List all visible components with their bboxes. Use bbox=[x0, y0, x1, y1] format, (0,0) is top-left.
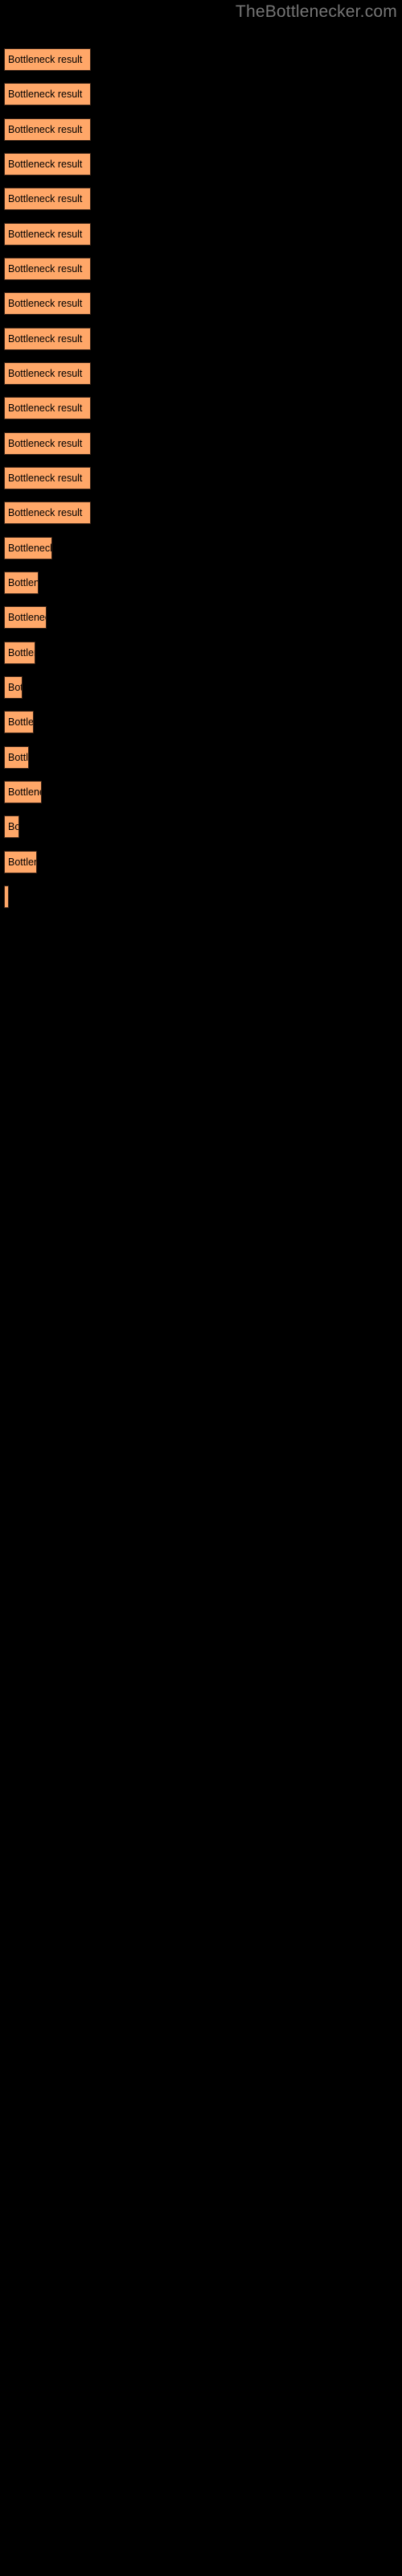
bar-label: Bottleneck result bbox=[8, 298, 83, 309]
bar-row: Bottleneck result bbox=[0, 642, 402, 664]
bottleneck-result-bar[interactable]: Bottleneck result bbox=[4, 153, 91, 175]
bar-row: Bottleneck result bbox=[0, 781, 402, 803]
bar-label: Bottleneck result bbox=[8, 752, 29, 763]
bottleneck-result-bar[interactable]: Bottleneck result bbox=[4, 362, 91, 385]
bar-label: Bottleneck result bbox=[8, 716, 34, 728]
bar-row: Bottleneck result bbox=[0, 432, 402, 455]
bar-label: Bottleneck result bbox=[8, 507, 83, 518]
bar-row: Bottleneck result bbox=[0, 223, 402, 246]
bar-row: Bottleneck result bbox=[0, 851, 402, 873]
bar-label: Bottleneck result bbox=[8, 263, 83, 275]
bar-label: Bottleneck result bbox=[8, 333, 83, 345]
bar-row: Bottleneck result bbox=[0, 815, 402, 838]
bar-label: Bottleneck result bbox=[8, 647, 35, 658]
bottleneck-result-bar[interactable]: Bottleneck result bbox=[4, 851, 37, 873]
bar-label: Bottleneck result bbox=[8, 89, 83, 100]
bottleneck-result-bar[interactable]: Bottleneck result bbox=[4, 292, 91, 315]
bar-row: Bottleneck result bbox=[0, 502, 402, 524]
bar-row: Bottleneck result bbox=[0, 537, 402, 559]
bottleneck-result-bar[interactable]: Bottleneck result bbox=[4, 83, 91, 105]
bottleneck-result-bar[interactable]: Bottleneck result bbox=[4, 467, 91, 489]
bar-label: Bottleneck result bbox=[8, 786, 41, 798]
bottleneck-result-bar[interactable]: Bottleneck result bbox=[4, 188, 91, 210]
bar-row: Bottleneck result bbox=[0, 83, 402, 105]
bar-label: Bottleneck result bbox=[8, 857, 36, 868]
bar-row: Bottleneck result bbox=[0, 711, 402, 733]
bar-row: Bottleneck result bbox=[0, 48, 402, 71]
bar-row: Bottleneck result bbox=[0, 467, 402, 489]
bar-label: Bottleneck result bbox=[8, 577, 39, 588]
bar-row: Bottleneck result bbox=[0, 188, 402, 210]
bottleneck-result-bar[interactable]: Bottleneck result bbox=[4, 397, 91, 419]
bar-label: Bottleneck result bbox=[8, 438, 83, 449]
bottleneck-result-bar[interactable]: Bottleneck result bbox=[4, 572, 39, 594]
bottleneck-result-bar[interactable]: Bottleneck result bbox=[4, 48, 91, 71]
bottleneck-result-bar[interactable]: Bottleneck result bbox=[4, 223, 91, 246]
bottleneck-result-bar[interactable]: Bottleneck result bbox=[4, 711, 34, 733]
bottleneck-result-bar[interactable]: Bottleneck result bbox=[4, 746, 29, 769]
bar-label: Bottleneck result bbox=[8, 368, 83, 379]
bar-row: Bottleneck result bbox=[0, 153, 402, 175]
bar-label: Bottleneck result bbox=[8, 473, 83, 484]
bar-label: Bottleneck result bbox=[8, 612, 46, 623]
bottleneck-result-bar[interactable]: Bottleneck result bbox=[4, 118, 91, 141]
bar-label: Bottleneck result bbox=[8, 54, 83, 65]
bottleneck-result-bar[interactable]: Bottleneck result bbox=[4, 432, 91, 455]
bar-row: Bottleneck result bbox=[0, 676, 402, 699]
bottleneck-results-bar-chart: Bottleneck result Bottleneck result Bottle… bbox=[0, 0, 402, 2576]
bottleneck-result-bar[interactable]: Bottleneck result bbox=[4, 258, 91, 280]
bar-label: Bottleneck result bbox=[8, 821, 19, 832]
bar-row: Bottleneck result bbox=[0, 397, 402, 419]
bottleneck-result-bar[interactable]: Bottleneck result bbox=[4, 606, 47, 629]
bar-row: Bottleneck result bbox=[0, 572, 402, 594]
bar-row: Bottleneck result bbox=[0, 362, 402, 385]
bottleneck-result-bar[interactable]: Bottleneck result bbox=[4, 328, 91, 350]
bar-label: Bottleneck result bbox=[8, 124, 83, 135]
bottleneck-result-bar[interactable]: Bottleneck result bbox=[4, 502, 91, 524]
bar-label: Bottleneck result bbox=[8, 543, 52, 554]
bar-row: Bottleneck result bbox=[0, 118, 402, 141]
bar-label: Bottleneck result bbox=[8, 229, 83, 240]
bottleneck-result-bar[interactable]: Bottleneck result bbox=[4, 815, 19, 838]
bar-label: Bottleneck result bbox=[8, 193, 83, 204]
bar-label: Bottleneck result bbox=[8, 682, 22, 693]
bottleneck-result-bar[interactable]: Bottleneck result bbox=[4, 781, 42, 803]
bottleneck-result-bar[interactable]: Bottleneck result bbox=[4, 642, 35, 664]
bar-label: Bottleneck result bbox=[8, 402, 83, 414]
bar-row: Bottleneck result bbox=[0, 292, 402, 315]
bar-row: Bottleneck result bbox=[0, 258, 402, 280]
bottleneck-result-bar[interactable]: Bottleneck result bbox=[4, 537, 52, 559]
bar-row: Bottleneck result bbox=[0, 328, 402, 350]
bar-row: Bottleneck result bbox=[0, 606, 402, 629]
bar-row: Bottleneck result bbox=[0, 746, 402, 769]
bar-row: Bottleneck result bbox=[0, 886, 402, 908]
bottleneck-result-bar[interactable]: Bottleneck result bbox=[4, 676, 23, 699]
bottleneck-result-bar[interactable]: Bottleneck result bbox=[4, 886, 9, 908]
bar-label: Bottleneck result bbox=[8, 159, 83, 170]
bar-label: Bottleneck result bbox=[8, 886, 9, 907]
